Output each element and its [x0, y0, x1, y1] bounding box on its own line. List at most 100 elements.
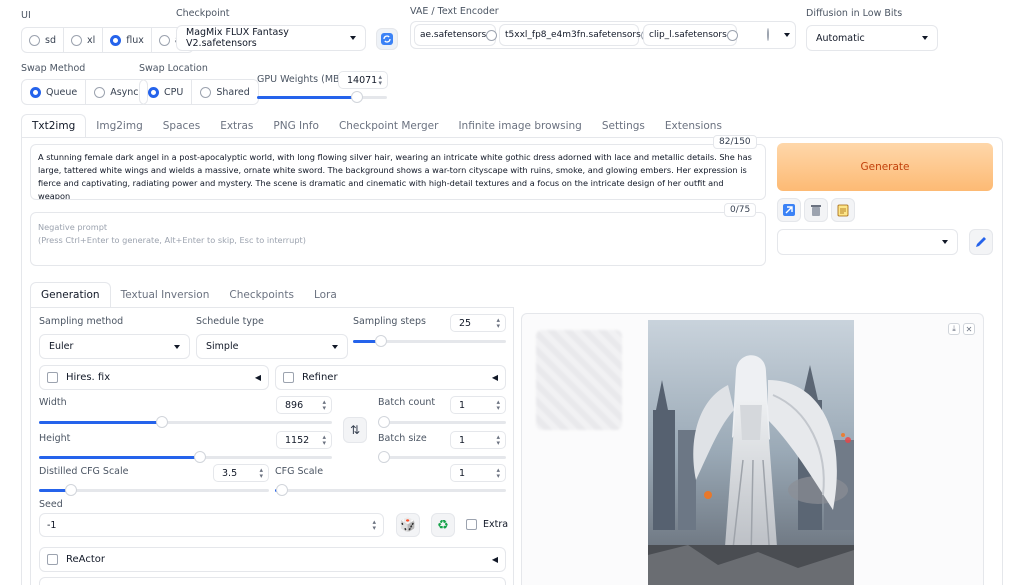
vae-label: VAE / Text Encoder [410, 6, 499, 17]
clear-all-icon[interactable] [767, 28, 769, 41]
generation-tabs: Generation Textual Inversion Checkpoints… [30, 282, 347, 308]
vae-chip[interactable]: ae.safetensors [414, 24, 498, 46]
radio-icon [29, 34, 40, 46]
tab-img2img[interactable]: Img2img [86, 114, 152, 138]
spinner-icon[interactable]: ▴ ▾ [378, 74, 382, 87]
random-seed-button[interactable]: 🎲 [396, 513, 420, 537]
styles-button[interactable] [831, 198, 855, 222]
height-input[interactable]: 1152 ▴ ▾ [276, 431, 332, 449]
collapse-triangle-icon: ◀ [491, 555, 498, 564]
slider-thumb[interactable] [378, 451, 390, 463]
tab-generation[interactable]: Generation [30, 282, 111, 308]
seed-label: Seed [39, 499, 63, 510]
tab-png-info[interactable]: PNG Info [263, 114, 329, 138]
tab-infinite-image-browsing[interactable]: Infinite image browsing [448, 114, 591, 138]
hires-fix-checkbox[interactable] [47, 372, 58, 383]
negative-prompt-textarea[interactable]: Negative prompt (Press Ctrl+Enter to gen… [30, 212, 766, 266]
lowbits-dropdown[interactable]: Automatic [806, 25, 938, 51]
reactor-accordion[interactable]: ReActor ◀ [39, 547, 506, 572]
generated-image[interactable] [648, 320, 854, 585]
distilled-cfg-slider[interactable] [39, 484, 269, 496]
tab-lora[interactable]: Lora [304, 282, 347, 308]
tab-extras[interactable]: Extras [210, 114, 263, 138]
tab-settings[interactable]: Settings [592, 114, 655, 138]
refresh-checkpoint-button[interactable] [376, 28, 398, 50]
chevron-down-icon[interactable] [784, 33, 790, 37]
ui-option-flux[interactable]: flux [103, 28, 152, 52]
spinner-icon[interactable]: ▴ ▾ [496, 317, 500, 330]
reuse-seed-button[interactable]: ♻ [431, 513, 455, 537]
next-accordion[interactable] [39, 577, 506, 585]
slider-thumb[interactable] [275, 484, 288, 496]
vae-chip[interactable]: t5xxl_fp8_e4m3fn.safetensors [499, 24, 652, 46]
slider-thumb[interactable] [374, 335, 387, 347]
reactor-checkbox[interactable] [47, 554, 58, 565]
spinner-icon[interactable]: ▴ ▾ [496, 399, 500, 412]
height-slider[interactable] [39, 451, 332, 463]
checkpoint-label: Checkpoint [176, 8, 230, 19]
batch-size-slider[interactable] [378, 451, 506, 463]
tab-txt2img[interactable]: Txt2img [21, 114, 87, 138]
tab-textual-inversion[interactable]: Textual Inversion [111, 282, 220, 308]
batch-count-label: Batch count [378, 397, 436, 408]
schedule-type-dropdown[interactable]: Simple [196, 334, 348, 359]
vae-chip[interactable]: clip_l.safetensors [643, 24, 738, 46]
swap-dimensions-button[interactable]: ⇅ [343, 417, 367, 443]
spinner-icon[interactable]: ▴ ▾ [259, 467, 263, 480]
remove-chip-icon[interactable] [726, 29, 738, 41]
cfg-scale-input[interactable]: 1 ▴ ▾ [450, 464, 506, 482]
spinner-icon[interactable]: ▴ ▾ [496, 434, 500, 447]
swap-location-shared[interactable]: Shared [192, 80, 257, 104]
sampling-steps-input[interactable]: 25 ▴ ▾ [450, 314, 506, 332]
spinner-icon[interactable]: ▴ ▾ [322, 434, 326, 447]
cfg-scale-slider[interactable] [275, 484, 506, 496]
swap-method-group: Queue Async [21, 79, 148, 105]
download-icon[interactable]: ⤓ [948, 323, 960, 335]
spinner-icon[interactable]: ▴ ▾ [322, 399, 326, 412]
batch-size-input[interactable]: 1 ▴ ▾ [450, 431, 506, 449]
tab-spaces[interactable]: Spaces [153, 114, 210, 138]
styles-dropdown[interactable] [777, 229, 958, 255]
swap-method-queue[interactable]: Queue [22, 80, 87, 104]
sampling-steps-slider[interactable] [353, 335, 506, 347]
prompt-textarea[interactable]: A stunning female dark angel in a post-a… [30, 144, 766, 200]
checkpoint-dropdown[interactable]: MagMix FLUX Fantasy V2.safetensors [176, 25, 366, 51]
read-params-button[interactable] [777, 198, 801, 222]
cfg-scale-label: CFG Scale [275, 466, 324, 477]
sampling-method-label: Sampling method [39, 316, 124, 327]
batch-count-input[interactable]: 1 ▴ ▾ [450, 396, 506, 414]
hires-fix-accordion[interactable]: Hires. fix ◀ [39, 365, 269, 390]
gpu-weights-slider[interactable] [257, 91, 387, 103]
extra-seed-toggle[interactable]: Extra [466, 519, 508, 530]
refiner-accordion[interactable]: Refiner ◀ [275, 365, 506, 390]
spinner-icon[interactable]: ▴ ▾ [496, 467, 500, 480]
extra-checkbox[interactable] [466, 519, 477, 530]
refresh-icon [381, 33, 393, 45]
main-tabs: Txt2img Img2img Spaces Extras PNG Info C… [21, 114, 732, 138]
slider-thumb[interactable] [378, 416, 390, 428]
slider-thumb[interactable] [351, 91, 364, 103]
remove-chip-icon[interactable] [486, 29, 498, 41]
clear-prompt-button[interactable] [804, 198, 828, 222]
generate-button[interactable]: Generate [777, 143, 993, 191]
batch-count-slider[interactable] [378, 416, 506, 428]
collapse-triangle-icon: ◀ [254, 373, 261, 382]
edit-styles-button[interactable] [969, 229, 993, 255]
ui-option-xl[interactable]: xl [64, 28, 104, 52]
width-input[interactable]: 896 ▴ ▾ [276, 396, 332, 414]
slider-thumb[interactable] [156, 416, 169, 428]
swap-location-cpu[interactable]: CPU [140, 80, 193, 104]
spinner-icon[interactable]: ▴ ▾ [372, 519, 376, 532]
sampling-method-dropdown[interactable]: Euler [39, 334, 190, 359]
lowbits-label: Diffusion in Low Bits [806, 8, 903, 19]
swap-method-async[interactable]: Async [86, 80, 146, 104]
tab-checkpoint-merger[interactable]: Checkpoint Merger [329, 114, 449, 138]
width-slider[interactable] [39, 416, 332, 428]
seed-input[interactable]: -1 ▴ ▾ [39, 513, 384, 537]
tab-checkpoints[interactable]: Checkpoints [219, 282, 304, 308]
refiner-checkbox[interactable] [283, 372, 294, 383]
gpu-weights-input[interactable]: 14071 ▴ ▾ [338, 71, 388, 89]
close-icon[interactable]: ✕ [963, 323, 975, 335]
ui-option-sd[interactable]: sd [22, 28, 64, 52]
distilled-cfg-input[interactable]: 3.5 ▴ ▾ [213, 464, 269, 482]
